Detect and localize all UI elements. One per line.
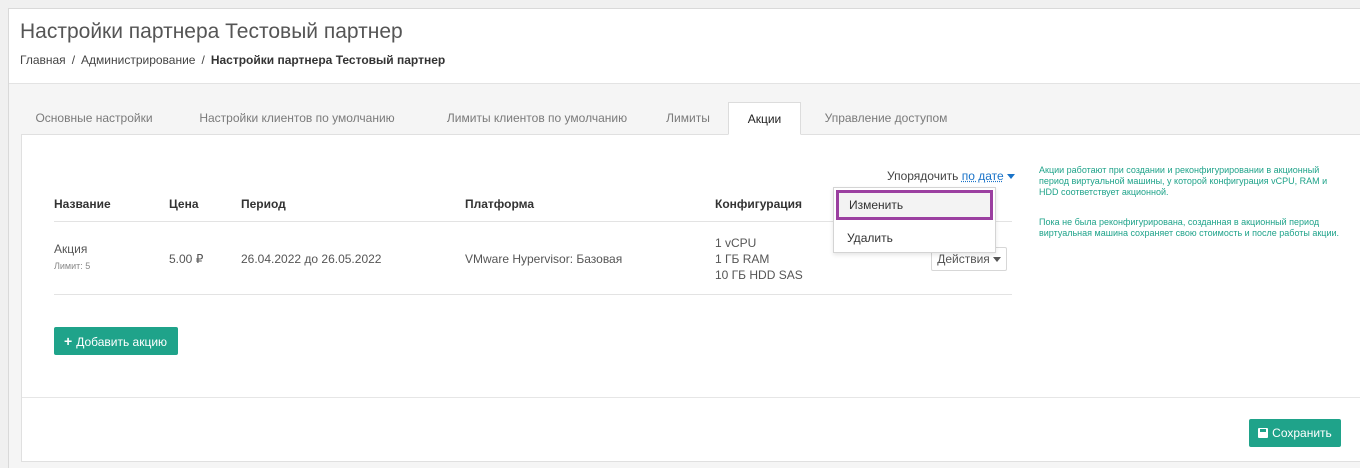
config-ram: 1 ГБ RAM bbox=[715, 252, 770, 266]
column-header-platform: Платформа bbox=[465, 197, 535, 211]
tab-promotions[interactable]: Акции bbox=[728, 102, 801, 135]
promo-period: 26.04.2022 до 26.05.2022 bbox=[241, 252, 382, 266]
delete-menu-item[interactable]: Удалить bbox=[834, 224, 995, 254]
panel-divider bbox=[22, 397, 1360, 398]
promo-name: Акция bbox=[54, 242, 88, 256]
config-cpu: 1 vCPU bbox=[715, 236, 757, 250]
promo-price: 5.00 ₽ bbox=[169, 252, 204, 266]
tab-default-client-limits[interactable]: Лимиты клиентов по умолчанию bbox=[427, 102, 647, 135]
page-frame: Настройки партнера Тестовый партнер Глав… bbox=[8, 8, 1360, 468]
column-header-period: Период bbox=[241, 197, 286, 211]
tab-access-management[interactable]: Управление доступом bbox=[811, 102, 961, 135]
sort-control: Упорядочить по дате bbox=[887, 169, 1015, 183]
page-header: Настройки партнера Тестовый партнер Глав… bbox=[9, 9, 1360, 84]
breadcrumb-current: Настройки партнера Тестовый партнер bbox=[210, 53, 446, 67]
tab-default-client-settings[interactable]: Настройки клиентов по умолчанию bbox=[181, 102, 413, 135]
column-header-name: Название bbox=[54, 197, 111, 211]
caret-down-icon bbox=[992, 257, 1001, 263]
floppy-disk-icon bbox=[1258, 428, 1269, 438]
add-promotion-label: Добавить акцию bbox=[76, 335, 168, 349]
table-divider bbox=[54, 294, 1012, 295]
add-promotion-button[interactable]: + Добавить акцию bbox=[54, 327, 178, 355]
save-button[interactable]: Сохранить bbox=[1249, 419, 1341, 447]
tab-limits[interactable]: Лимиты bbox=[653, 102, 723, 135]
actions-dropdown: Изменить Удалить bbox=[833, 187, 996, 253]
breadcrumb-home[interactable]: Главная bbox=[20, 53, 66, 67]
promotion-hint-2: Пока не была реконфигурирована, созданна… bbox=[1039, 217, 1340, 238]
caret-down-icon[interactable] bbox=[1006, 174, 1015, 180]
breadcrumb-admin[interactable]: Администрирование bbox=[81, 53, 195, 67]
column-header-configuration: Конфигурация bbox=[715, 197, 803, 211]
column-header-price: Цена bbox=[169, 197, 199, 211]
promotion-hint-1: Акции работают при создании и реконфигур… bbox=[1039, 165, 1328, 197]
sort-label: Упорядочить bbox=[887, 169, 959, 183]
promotions-panel: Упорядочить по дате Название Цена Период… bbox=[21, 134, 1360, 462]
edit-menu-item[interactable]: Изменить bbox=[836, 190, 993, 220]
save-label: Сохранить bbox=[1272, 426, 1332, 440]
tab-main-settings[interactable]: Основные настройки bbox=[21, 102, 167, 135]
sort-by-date-link[interactable]: по дате bbox=[962, 169, 1004, 183]
tabs-bar: Основные настройки Настройки клиентов по… bbox=[21, 102, 1360, 135]
breadcrumb: Главная / Администрирование / Настройки парт… bbox=[20, 53, 446, 67]
config-hdd: 10 ГБ HDD SAS bbox=[715, 268, 803, 282]
plus-icon: + bbox=[64, 333, 73, 349]
promo-limit: Лимит: 5 bbox=[54, 261, 91, 271]
page-title: Настройки партнера Тестовый партнер bbox=[20, 20, 403, 43]
promo-platform: VMware Hypervisor: Базовая bbox=[465, 252, 623, 266]
actions-label: Действия bbox=[937, 252, 990, 266]
